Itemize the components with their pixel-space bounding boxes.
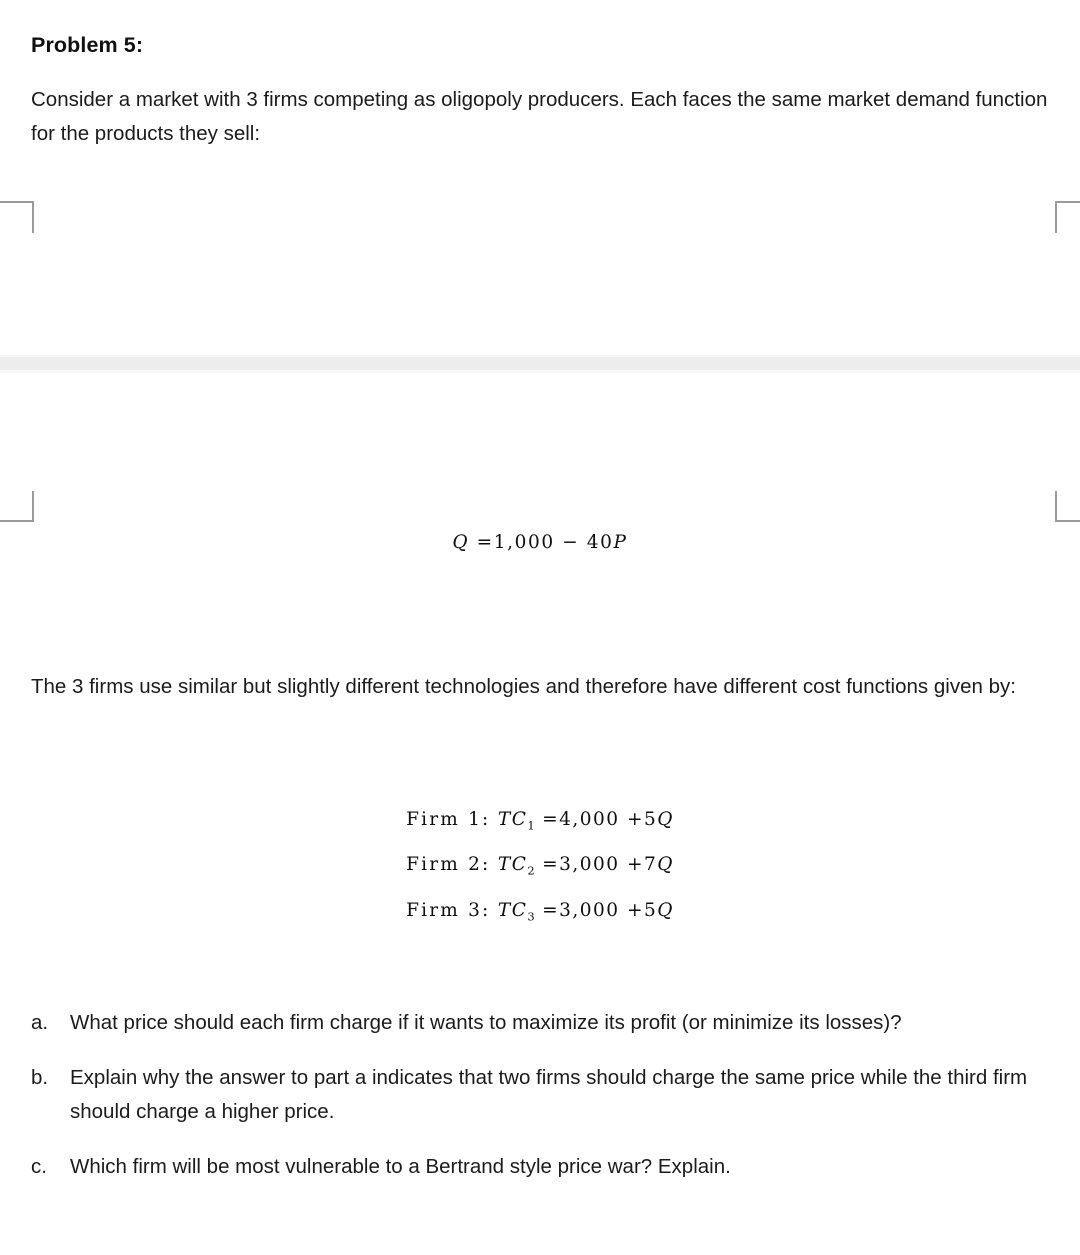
cost-functions-intro-paragraph: The 3 firms use similar but slightly dif… <box>31 674 1016 698</box>
firm-2-fixed-cost: 3,000 <box>559 854 620 876</box>
firm-1-symbol: TC <box>497 809 528 830</box>
firm-2-marginal-cost: 7 <box>643 854 658 876</box>
crop-mark-horizontal-rule <box>1055 520 1080 522</box>
crop-mark-horizontal-rule <box>0 201 34 203</box>
demand-intercept: 1,000 <box>493 532 555 553</box>
demand-slope: 40 <box>586 532 614 553</box>
crop-mark-horizontal-rule <box>1055 201 1080 203</box>
firm-2-symbol: TC <box>497 854 528 876</box>
crop-mark-top-left <box>0 201 34 233</box>
firm-1-operator: + <box>626 809 644 830</box>
page-title: Problem 5: <box>31 33 144 58</box>
crop-mark-bottom-right <box>1055 491 1080 522</box>
demand-equals: = <box>476 532 494 553</box>
cost-function-firm-1: Firm 1: TC1 =4,000 +5Q <box>0 800 1080 845</box>
question-a-marker: a. <box>31 1011 49 1034</box>
list-item: b. Explain why the answer to part a indi… <box>31 1061 1061 1129</box>
firm-1-marginal-cost: 5 <box>643 809 658 830</box>
question-a-text: What price should each firm charge if it… <box>70 1011 902 1034</box>
question-list: a. What price should each firm charge if… <box>31 1006 1061 1205</box>
crop-mark-vertical-rule <box>32 491 34 522</box>
firm-1-fixed-cost: 4,000 <box>559 809 620 830</box>
question-b-text: Explain why the answer to part a indicat… <box>70 1066 1028 1123</box>
firm-2-label: Firm 2: <box>406 854 491 876</box>
demand-operator: − <box>562 532 580 553</box>
firm-3-operator: + <box>626 899 644 921</box>
demand-variable: P <box>613 532 628 553</box>
firm-3-equals: = <box>542 899 560 921</box>
list-item: c. Which firm will be most vulnerable to… <box>31 1150 1061 1184</box>
firm-2-subscript: 2 <box>527 863 535 878</box>
cost-function-firm-3: Firm 3: TC3 =3,000 +5Q <box>0 891 1080 936</box>
firm-3-symbol: TC <box>497 899 528 921</box>
crop-mark-bottom-left <box>0 491 34 522</box>
firm-2-equals: = <box>542 854 560 876</box>
demand-equation: Q =1,000 − 40P <box>0 531 1080 553</box>
question-c-marker: c. <box>31 1155 47 1178</box>
firm-1-equals: = <box>542 809 560 830</box>
firm-3-label: Firm 3: <box>406 899 491 921</box>
cost-functions-block: Firm 1: TC1 =4,000 +5Q Firm 2: TC2 =3,00… <box>0 800 1080 936</box>
question-c-text: Which firm will be most vulnerable to a … <box>70 1155 731 1178</box>
firm-3-fixed-cost: 3,000 <box>559 899 620 921</box>
crop-mark-vertical-rule <box>1055 201 1057 233</box>
cost-function-firm-2: Firm 2: TC2 =3,000 +7Q <box>0 845 1080 890</box>
crop-mark-vertical-rule <box>1055 491 1057 522</box>
firm-3-marginal-cost: 5 <box>643 899 658 921</box>
firm-3-subscript: 3 <box>527 909 535 924</box>
question-b-marker: b. <box>31 1066 49 1089</box>
firm-2-quantity: Q <box>657 854 674 876</box>
firm-2-operator: + <box>626 854 644 876</box>
demand-lhs: Q <box>452 532 470 553</box>
page-separator-band <box>0 355 1080 373</box>
crop-mark-vertical-rule <box>32 201 34 233</box>
document-page: Problem 5: Consider a market with 3 firm… <box>0 0 1080 1255</box>
firm-1-label: Firm 1: <box>406 809 491 830</box>
crop-mark-top-right <box>1055 201 1080 233</box>
firm-1-quantity: Q <box>657 809 674 830</box>
firm-3-quantity: Q <box>657 899 674 921</box>
intro-paragraph: Consider a market with 3 firms competing… <box>31 87 1048 145</box>
firm-1-subscript: 1 <box>527 818 535 833</box>
crop-mark-horizontal-rule <box>0 520 34 522</box>
list-item: a. What price should each firm charge if… <box>31 1006 1061 1040</box>
